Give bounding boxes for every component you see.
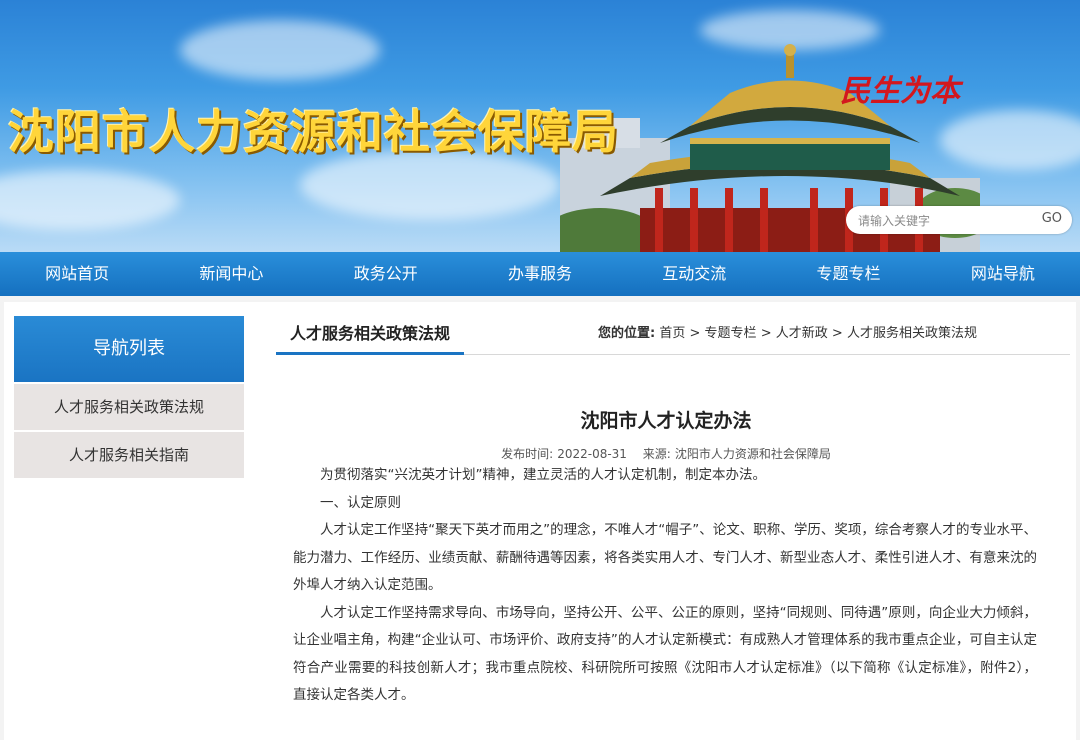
breadcrumb-separator: > [760, 326, 772, 341]
source-name: 沈阳市人力资源和社会保障局 [674, 447, 831, 461]
nav-item-news[interactable]: 新闻中心 [154, 252, 308, 296]
breadcrumb-separator: > [689, 326, 701, 341]
cloud-decoration [180, 20, 380, 80]
breadcrumb-label: 您的位置: [598, 326, 656, 341]
article-paragraph: 人才认定工作坚持需求导向、市场导向，坚持公开、公平、公正的原则，坚持“同规则、同… [293, 604, 1037, 704]
site-slogan: 民生为本 [840, 74, 960, 109]
search-box: GO [846, 206, 1072, 234]
sidebar-item-guide[interactable]: 人才服务相关指南 [14, 432, 244, 478]
sidebar-item-policy[interactable]: 人才服务相关政策法规 [14, 384, 244, 430]
breadcrumb: 您的位置: 首页 > 专题专栏 > 人才新政 > 人才服务相关政策法规 [598, 316, 977, 352]
nav-item-home[interactable]: 网站首页 [0, 252, 154, 296]
article-body: 为贯彻落实“兴沈英才计划”精神，建立灵活的人才认定机制，制定本办法。 一、认定原… [293, 462, 1037, 710]
nav-item-topics[interactable]: 专题专栏 [771, 252, 925, 296]
sidebar: 导航列表 人才服务相关政策法规 人才服务相关指南 [14, 316, 244, 478]
cloud-decoration [0, 170, 180, 230]
publish-label: 发布时间: [501, 447, 554, 461]
nav-item-interaction[interactable]: 互动交流 [617, 252, 771, 296]
search-input[interactable] [856, 210, 1030, 232]
publish-date: 2022-08-31 [557, 447, 627, 461]
breadcrumb-topics[interactable]: 专题专栏 [705, 326, 757, 341]
section-header: 人才服务相关政策法规 您的位置: 首页 > 专题专栏 > 人才新政 > 人才服务… [276, 316, 1070, 355]
header-banner: 沈阳市人力资源和社会保障局 民生为本 GO [0, 0, 1080, 252]
search-go-button[interactable]: GO [1042, 211, 1062, 226]
breadcrumb-separator: > [831, 326, 843, 341]
article-paragraph: 人才认定工作坚持“聚天下英才而用之”的理念，不唯人才“帽子”、论文、职称、学历、… [293, 522, 1037, 593]
article-title: 沈阳市人才认定办法 [580, 410, 752, 432]
main-nav: 网站首页 新闻中心 政务公开 办事服务 互动交流 专题专栏 网站导航 [0, 252, 1080, 296]
nav-item-sitemap[interactable]: 网站导航 [926, 252, 1080, 296]
breadcrumb-current[interactable]: 人才服务相关政策法规 [847, 326, 977, 341]
article-meta: 发布时间: 2022-08-31 来源: 沈阳市人力资源和社会保障局 [276, 445, 1056, 462]
source-info: 来源: 沈阳市人力资源和社会保障局 [643, 447, 831, 461]
main-area: 导航列表 人才服务相关政策法规 人才服务相关指南 人才服务相关政策法规 您的位置… [0, 296, 1080, 740]
site-title: 沈阳市人力资源和社会保障局 [8, 105, 619, 159]
publish-info: 发布时间: 2022-08-31 [501, 447, 627, 461]
breadcrumb-talent-policy[interactable]: 人才新政 [776, 326, 828, 341]
section-title: 人才服务相关政策法规 [276, 316, 465, 355]
nav-item-services[interactable]: 办事服务 [463, 252, 617, 296]
sidebar-header: 导航列表 [14, 316, 244, 382]
nav-item-gov-affairs[interactable]: 政务公开 [309, 252, 463, 296]
article-paragraph: 为贯彻落实“兴沈英才计划”精神，建立灵活的人才认定机制，制定本办法。 [320, 467, 766, 483]
source-label: 来源: [642, 447, 671, 461]
article-paragraph: 一、认定原则 [320, 494, 401, 511]
breadcrumb-home[interactable]: 首页 [659, 326, 685, 341]
